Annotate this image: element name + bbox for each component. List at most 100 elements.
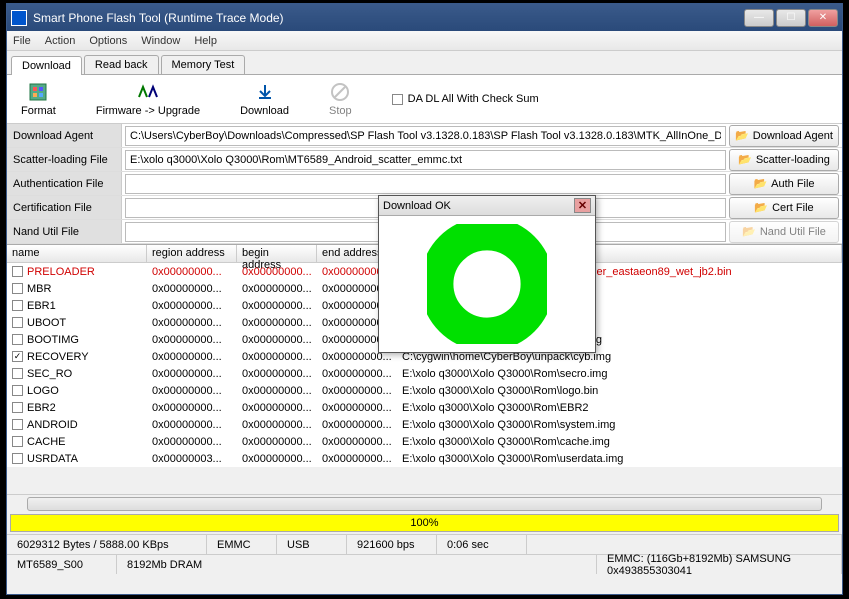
row-name: ANDROID bbox=[27, 419, 78, 431]
download-icon bbox=[254, 81, 276, 103]
row-checkbox[interactable] bbox=[12, 419, 23, 430]
scroll-thumb[interactable] bbox=[27, 497, 822, 511]
row-begin: 0x00000000... bbox=[237, 351, 317, 363]
row-region: 0x00000000... bbox=[147, 266, 237, 278]
row-region: 0x00000000... bbox=[147, 283, 237, 295]
row-region: 0x00000000... bbox=[147, 402, 237, 414]
checksum-checkbox[interactable]: DA DL All With Check Sum bbox=[392, 93, 539, 105]
menu-action[interactable]: Action bbox=[45, 35, 76, 47]
folder-icon: 📂 bbox=[738, 153, 752, 166]
row-begin: 0x00000000... bbox=[237, 368, 317, 380]
th-begin[interactable]: begin address bbox=[237, 245, 317, 262]
table-row[interactable]: ANDROID0x00000000...0x00000000...0x00000… bbox=[7, 416, 842, 433]
scatter-input[interactable] bbox=[125, 150, 726, 170]
row-name: RECOVERY bbox=[27, 351, 89, 363]
row-region: 0x00000000... bbox=[147, 351, 237, 363]
dialog-titlebar[interactable]: Download OK ✕ bbox=[379, 196, 595, 216]
row-location: E:\xolo q3000\Xolo Q3000\Rom\userdata.im… bbox=[397, 453, 842, 465]
horizontal-scrollbar[interactable] bbox=[7, 494, 842, 512]
row-begin: 0x00000000... bbox=[237, 436, 317, 448]
titlebar[interactable]: Smart Phone Flash Tool (Runtime Trace Mo… bbox=[7, 4, 842, 31]
upgrade-button[interactable]: Firmware -> Upgrade bbox=[96, 81, 200, 117]
row-name: PRELOADER bbox=[27, 266, 95, 278]
menu-window[interactable]: Window bbox=[141, 35, 180, 47]
table-row[interactable]: USRDATA0x00000003...0x00000000...0x00000… bbox=[7, 450, 842, 467]
success-ring-icon bbox=[427, 224, 547, 344]
format-button[interactable]: Format bbox=[21, 81, 56, 117]
row-checkbox[interactable] bbox=[12, 334, 23, 345]
status-dram: 8192Mb DRAM bbox=[117, 555, 597, 574]
download-ok-dialog: Download OK ✕ bbox=[378, 195, 596, 353]
row-checkbox[interactable] bbox=[12, 317, 23, 328]
app-icon bbox=[11, 10, 27, 26]
th-name[interactable]: name bbox=[7, 245, 147, 262]
da-browse-button[interactable]: 📂Download Agent bbox=[729, 125, 839, 147]
row-checkbox[interactable] bbox=[12, 385, 23, 396]
row-begin: 0x00000000... bbox=[237, 317, 317, 329]
table-row[interactable]: CACHE0x00000000...0x00000000...0x0000000… bbox=[7, 433, 842, 450]
maximize-button[interactable]: ☐ bbox=[776, 9, 806, 27]
status-emmc: EMMC bbox=[207, 535, 277, 554]
row-location: E:\xolo q3000\Xolo Q3000\Rom\secro.img bbox=[397, 368, 842, 380]
row-checkbox[interactable] bbox=[12, 300, 23, 311]
checkbox-icon bbox=[392, 94, 403, 105]
tab-download[interactable]: Download bbox=[11, 56, 82, 75]
row-checkbox[interactable] bbox=[12, 402, 23, 413]
row-checkbox[interactable] bbox=[12, 453, 23, 464]
table-row[interactable]: SEC_RO0x00000000...0x00000000...0x000000… bbox=[7, 365, 842, 382]
status-row-1: 6029312 Bytes / 5888.00 KBps EMMC USB 92… bbox=[7, 534, 842, 554]
row-end: 0x00000000... bbox=[317, 368, 397, 380]
row-name: EBR1 bbox=[27, 300, 56, 312]
th-region[interactable]: region address bbox=[147, 245, 237, 262]
row-checkbox[interactable]: ✓ bbox=[12, 351, 23, 362]
row-name: CACHE bbox=[27, 436, 66, 448]
stop-icon bbox=[329, 81, 351, 103]
row-begin: 0x00000000... bbox=[237, 453, 317, 465]
status-emmc-info: EMMC: (116Gb+8192Mb) SAMSUNG 0x493855303… bbox=[597, 555, 842, 574]
row-name: EBR2 bbox=[27, 402, 56, 414]
row-location: E:\xolo q3000\Xolo Q3000\Rom\logo.bin bbox=[397, 385, 842, 397]
nand-browse-button[interactable]: 📂Nand Util File bbox=[729, 221, 839, 243]
dialog-close-button[interactable]: ✕ bbox=[574, 198, 591, 213]
table-row[interactable]: EBR20x00000000...0x00000000...0x00000000… bbox=[7, 399, 842, 416]
row-region: 0x00000000... bbox=[147, 419, 237, 431]
cert-browse-button[interactable]: 📂Cert File bbox=[729, 197, 839, 219]
row-checkbox[interactable] bbox=[12, 436, 23, 447]
menu-file[interactable]: File bbox=[13, 35, 31, 47]
row-begin: 0x00000000... bbox=[237, 385, 317, 397]
row-region: 0x00000000... bbox=[147, 334, 237, 346]
download-button[interactable]: Download bbox=[240, 81, 289, 117]
format-icon bbox=[27, 81, 49, 103]
minimize-button[interactable]: — bbox=[744, 9, 774, 27]
row-region: 0x00000000... bbox=[147, 436, 237, 448]
menu-options[interactable]: Options bbox=[89, 35, 127, 47]
folder-icon: 📂 bbox=[742, 225, 756, 238]
tab-readback[interactable]: Read back bbox=[84, 55, 159, 74]
row-checkbox[interactable] bbox=[12, 368, 23, 379]
folder-icon: 📂 bbox=[735, 129, 749, 142]
row-checkbox[interactable] bbox=[12, 283, 23, 294]
stop-button[interactable]: Stop bbox=[329, 81, 352, 117]
auth-input[interactable] bbox=[125, 174, 726, 194]
close-button[interactable]: ✕ bbox=[808, 9, 838, 27]
row-begin: 0x00000000... bbox=[237, 300, 317, 312]
row-region: 0x00000000... bbox=[147, 317, 237, 329]
row-checkbox[interactable] bbox=[12, 266, 23, 277]
tab-memtest[interactable]: Memory Test bbox=[161, 55, 246, 74]
da-label: Download Agent bbox=[7, 124, 122, 147]
row-location: E:\xolo q3000\Xolo Q3000\Rom\cache.img bbox=[397, 436, 842, 448]
da-input[interactable] bbox=[125, 126, 726, 146]
menu-help[interactable]: Help bbox=[194, 35, 217, 47]
nand-label: Nand Util File bbox=[7, 220, 122, 243]
row-region: 0x00000000... bbox=[147, 385, 237, 397]
table-row[interactable]: LOGO0x00000000...0x00000000...0x00000000… bbox=[7, 382, 842, 399]
auth-browse-button[interactable]: 📂Auth File bbox=[729, 173, 839, 195]
scatter-browse-button[interactable]: 📂Scatter-loading bbox=[729, 149, 839, 171]
cert-label: Certification File bbox=[7, 196, 122, 219]
window-title: Smart Phone Flash Tool (Runtime Trace Mo… bbox=[33, 11, 744, 25]
folder-icon: 📂 bbox=[754, 201, 768, 214]
row-end: 0x00000000... bbox=[317, 436, 397, 448]
toolbar: Format Firmware -> Upgrade Download Stop… bbox=[7, 75, 842, 124]
row-end: 0x00000000... bbox=[317, 385, 397, 397]
row-location: E:\xolo q3000\Xolo Q3000\Rom\system.img bbox=[397, 419, 842, 431]
